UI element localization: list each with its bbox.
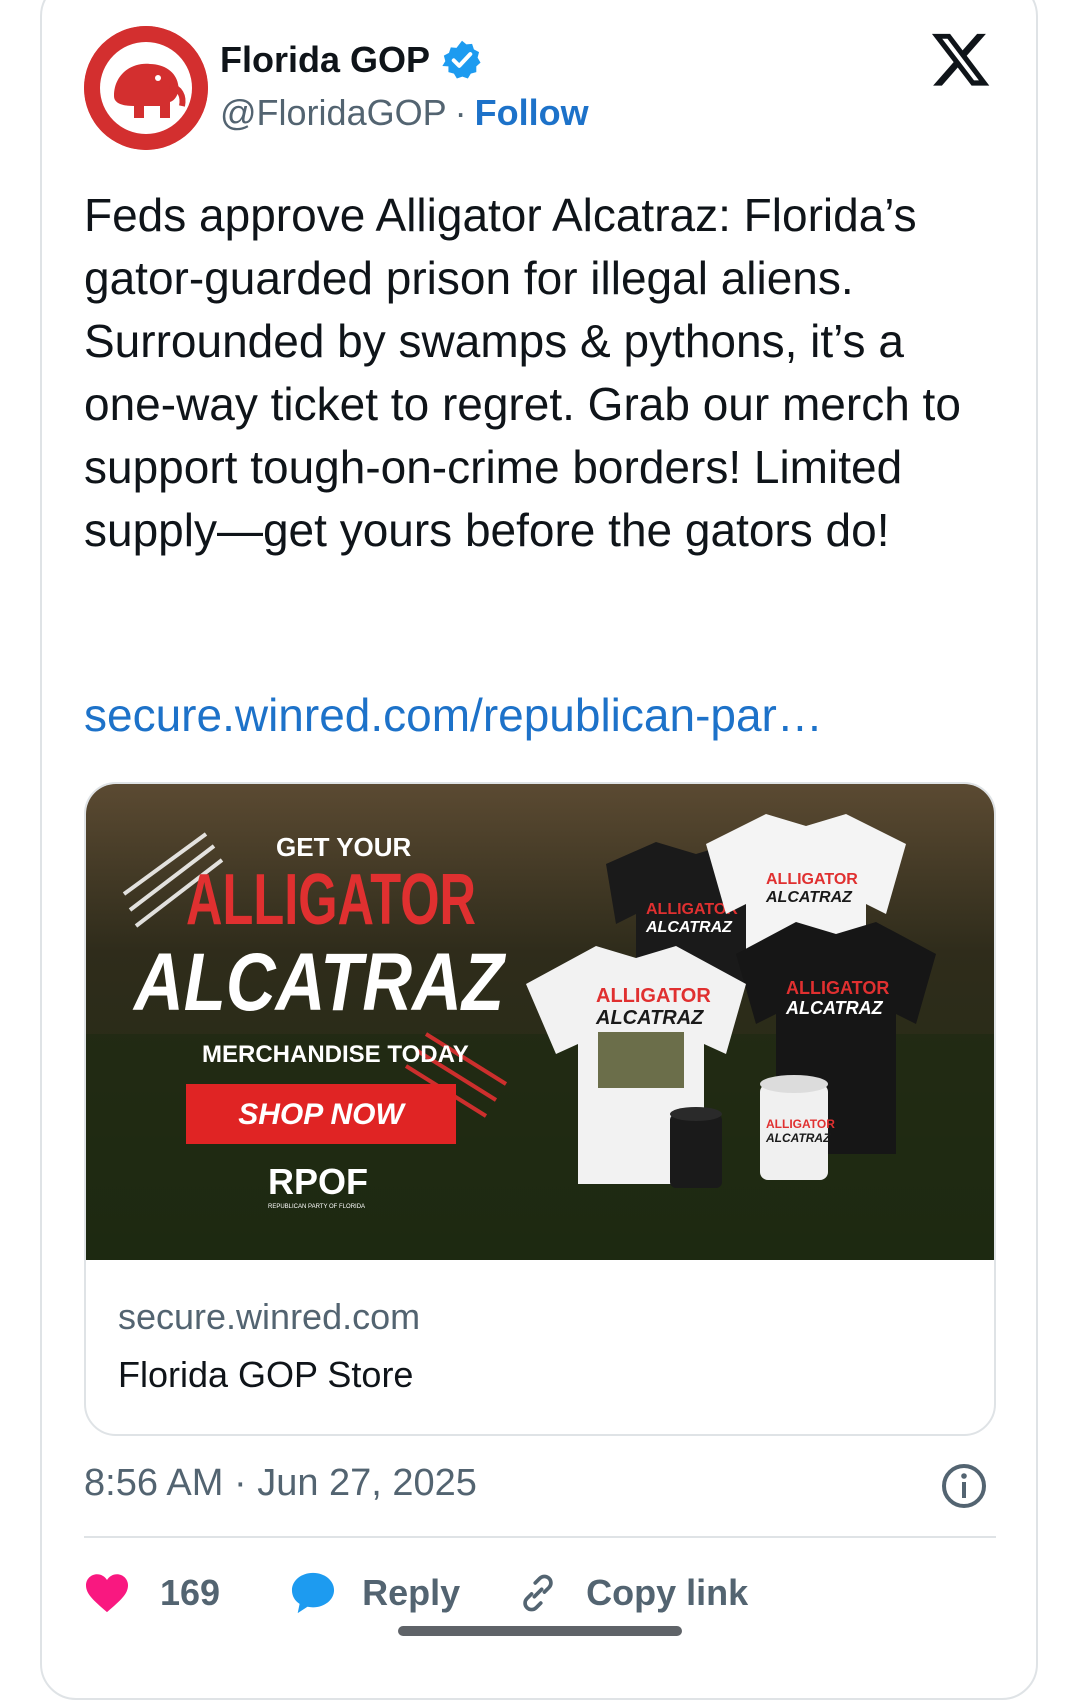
link-preview-card[interactable]: GET YOUR ALLIGATOR ALCATRAZ MERCHANDISE … bbox=[84, 782, 996, 1436]
reply-button[interactable]: Reply bbox=[290, 1571, 460, 1615]
merch-banner-image: GET YOUR ALLIGATOR ALCATRAZ MERCHANDISE … bbox=[86, 784, 994, 1260]
svg-text:ALCATRAZ: ALCATRAZ bbox=[765, 1131, 831, 1145]
tweet-text: Feds approve Alligator Alcatraz: Florida… bbox=[84, 189, 961, 556]
copy-link-label: Copy link bbox=[586, 1572, 749, 1613]
reply-label: Reply bbox=[362, 1572, 461, 1613]
banner-headline-script: ALCATRAZ bbox=[132, 937, 506, 1028]
svg-text:ALCATRAZ: ALCATRAZ bbox=[765, 889, 853, 906]
divider bbox=[84, 1536, 996, 1538]
svg-text:ALLIGATOR: ALLIGATOR bbox=[596, 985, 711, 1007]
link-icon bbox=[523, 1574, 553, 1612]
svg-text:ALLIGATOR: ALLIGATOR bbox=[766, 871, 858, 888]
card-title: Florida GOP Store bbox=[118, 1354, 414, 1395]
reply-bubble-icon bbox=[292, 1572, 335, 1614]
separator-dot: · bbox=[454, 92, 467, 133]
rpof-logo-sub: REPUBLICAN PARTY OF FLORIDA bbox=[268, 1204, 365, 1210]
banner-headline-top: GET YOUR bbox=[276, 832, 412, 862]
author-handle[interactable]: @FloridaGOP bbox=[220, 92, 447, 134]
tweet-timestamp[interactable]: 8:56 AM · Jun 27, 2025 bbox=[84, 1462, 477, 1505]
heart-icon bbox=[86, 1574, 128, 1613]
rpof-logo: RPOF bbox=[268, 1161, 368, 1202]
verified-badge-icon bbox=[442, 40, 481, 79]
svg-text:ALCATRAZ: ALCATRAZ bbox=[785, 998, 884, 1018]
svg-text:ALCATRAZ: ALCATRAZ bbox=[595, 1007, 704, 1029]
copy-link-button[interactable]: Copy link bbox=[516, 1571, 748, 1615]
follow-button[interactable]: Follow bbox=[475, 92, 589, 134]
svg-text:ALLIGATOR: ALLIGATOR bbox=[766, 1117, 835, 1131]
home-indicator[interactable] bbox=[398, 1626, 682, 1636]
elephant-logo-icon bbox=[84, 26, 208, 150]
like-button[interactable]: 169 bbox=[84, 1572, 220, 1614]
white-koozie: ALLIGATOR ALCATRAZ bbox=[760, 1075, 835, 1180]
author-avatar[interactable] bbox=[84, 26, 208, 150]
black-koozie bbox=[670, 1107, 722, 1188]
tweet-link[interactable]: secure.winred.com/republican-par… bbox=[84, 688, 823, 742]
like-count: 169 bbox=[160, 1572, 221, 1613]
x-logo-icon[interactable] bbox=[930, 28, 992, 90]
svg-text:ALLIGATOR: ALLIGATOR bbox=[786, 978, 889, 998]
svg-text:ALCATRAZ: ALCATRAZ bbox=[645, 919, 733, 936]
banner-subline: MERCHANDISE TODAY bbox=[202, 1041, 469, 1068]
banner-headline-main: ALLIGATOR bbox=[186, 860, 476, 940]
info-icon[interactable] bbox=[940, 1462, 988, 1510]
shop-now-label: SHOP NOW bbox=[238, 1098, 406, 1131]
author-name[interactable]: Florida GOP bbox=[220, 39, 430, 81]
card-domain: secure.winred.com bbox=[118, 1296, 421, 1337]
